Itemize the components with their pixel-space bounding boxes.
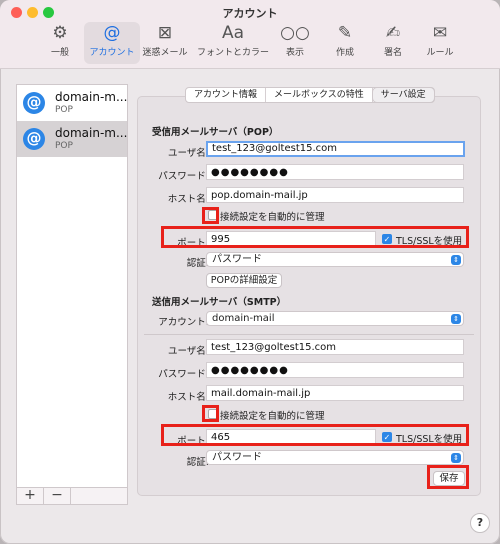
account-list-buttons: + − xyxy=(16,487,128,505)
rules-icon: ✉ xyxy=(432,23,448,43)
toolbar-general-label: 一般 xyxy=(50,48,69,58)
tab-server-settings[interactable]: サーバ設定 xyxy=(372,88,434,102)
toolbar-compose-label: 作成 xyxy=(335,48,354,58)
font-icon: Aa xyxy=(221,23,245,43)
outgoing-account-label: アカウント: xyxy=(158,317,209,328)
account-protocol: POP xyxy=(55,141,73,151)
highlight-incoming-port-row xyxy=(161,226,469,248)
toolbar-signatures-label: 署名 xyxy=(383,48,402,58)
incoming-host-label: ホスト名: xyxy=(167,194,209,205)
outgoing-section-title: 送信用メールサーバ（SMTP） xyxy=(152,297,287,308)
account-list-item[interactable]: @ domain-m... POP xyxy=(17,121,127,157)
outgoing-username-label: ユーザ名: xyxy=(167,346,209,357)
outgoing-account-select[interactable]: domain-mail ⇕ xyxy=(206,311,464,326)
outgoing-password-field[interactable]: ●●●●●●●● xyxy=(206,362,464,378)
section-divider xyxy=(144,334,474,335)
preferences-window: アカウント ⚙ 一般 @ アカウント ⊠ 迷惑メール Aa フォントとカラー ○… xyxy=(0,0,500,544)
outgoing-auth-select[interactable]: パスワード ⇕ xyxy=(206,450,464,465)
glasses-icon: ○○ xyxy=(280,23,310,43)
incoming-auto-manage-label: 接続設定を自動的に管理 xyxy=(220,212,325,223)
account-list: @ domain-m... POP @ domain-m... POP xyxy=(16,84,128,490)
outgoing-host-label: ホスト名: xyxy=(167,392,209,403)
compose-icon: ✎ xyxy=(337,23,353,43)
highlight-outgoing-port-row xyxy=(161,424,469,446)
outgoing-username-field[interactable]: test_123@goltest15.com xyxy=(206,339,464,355)
remove-account-button[interactable]: − xyxy=(44,488,71,504)
incoming-auth-value: パスワード xyxy=(212,254,262,265)
highlight-outgoing-auto-manage xyxy=(202,405,219,422)
at-icon: @ xyxy=(103,23,121,43)
outgoing-auto-manage-label: 接続設定を自動的に管理 xyxy=(220,411,325,422)
add-account-button[interactable]: + xyxy=(17,488,44,504)
incoming-password-field[interactable]: ●●●●●●●● xyxy=(206,164,464,180)
incoming-username-field[interactable]: test_123@goltest15.com xyxy=(206,141,465,157)
chevron-updown-icon: ⇕ xyxy=(451,255,461,265)
toolbar-fonts-label: フォントとカラー xyxy=(196,48,269,58)
account-name: domain-m... xyxy=(55,126,128,140)
toolbar-junk[interactable]: ⊠ 迷惑メール xyxy=(137,22,193,64)
help-button[interactable]: ? xyxy=(470,513,490,533)
toolbar-junk-label: 迷惑メール xyxy=(142,48,188,58)
account-protocol: POP xyxy=(55,105,73,115)
account-list-item[interactable]: @ domain-m... POP xyxy=(17,85,127,121)
highlight-incoming-auto-manage xyxy=(202,207,219,224)
toolbar: アカウント ⚙ 一般 @ アカウント ⊠ 迷惑メール Aa フォントとカラー ○… xyxy=(0,0,500,69)
outgoing-host-field[interactable]: mail.domain-mail.jp xyxy=(206,385,464,401)
toolbar-fonts[interactable]: Aa フォントとカラー xyxy=(196,22,270,64)
incoming-section-title: 受信用メールサーバ（POP） xyxy=(152,127,279,138)
signature-icon: ✍ xyxy=(385,23,401,43)
pop-advanced-button[interactable]: POPの詳細設定 xyxy=(206,273,282,288)
junk-icon: ⊠ xyxy=(157,23,173,43)
settings-tabs: アカウント情報 メールボックスの特性 サーバ設定 xyxy=(185,87,435,103)
outgoing-auth-value: パスワード xyxy=(212,452,262,463)
toolbar-accounts-label: アカウント xyxy=(89,48,135,58)
incoming-password-label: パスワード: xyxy=(158,171,209,182)
chevron-updown-icon: ⇕ xyxy=(451,314,461,324)
outgoing-password-label: パスワード: xyxy=(158,369,209,380)
incoming-auth-select[interactable]: パスワード ⇕ xyxy=(206,252,464,267)
account-name: domain-m... xyxy=(55,90,128,104)
toolbar-rules-label: ルール xyxy=(426,48,454,58)
toolbar-accounts[interactable]: @ アカウント xyxy=(84,22,140,64)
toolbar-compose[interactable]: ✎ 作成 xyxy=(320,22,370,64)
toolbar-view[interactable]: ○○ 表示 xyxy=(270,22,320,64)
window-title: アカウント xyxy=(222,7,278,20)
toolbar-rules[interactable]: ✉ ルール xyxy=(415,22,465,64)
tab-mailbox-behaviors[interactable]: メールボックスの特性 xyxy=(266,88,373,102)
toolbar-general[interactable]: ⚙ 一般 xyxy=(32,22,88,64)
incoming-host-field[interactable]: pop.domain-mail.jp xyxy=(206,187,464,203)
at-icon: @ xyxy=(23,92,45,114)
highlight-save-button xyxy=(427,465,469,489)
tab-account-info[interactable]: アカウント情報 xyxy=(186,88,267,102)
at-icon: @ xyxy=(23,128,45,150)
outgoing-account-value: domain-mail xyxy=(212,313,275,324)
toolbar-view-label: 表示 xyxy=(285,48,304,58)
incoming-username-label: ユーザ名: xyxy=(167,148,209,159)
toolbar-signatures[interactable]: ✍ 署名 xyxy=(368,22,418,64)
gear-icon: ⚙ xyxy=(52,23,68,43)
chevron-updown-icon: ⇕ xyxy=(451,453,461,463)
